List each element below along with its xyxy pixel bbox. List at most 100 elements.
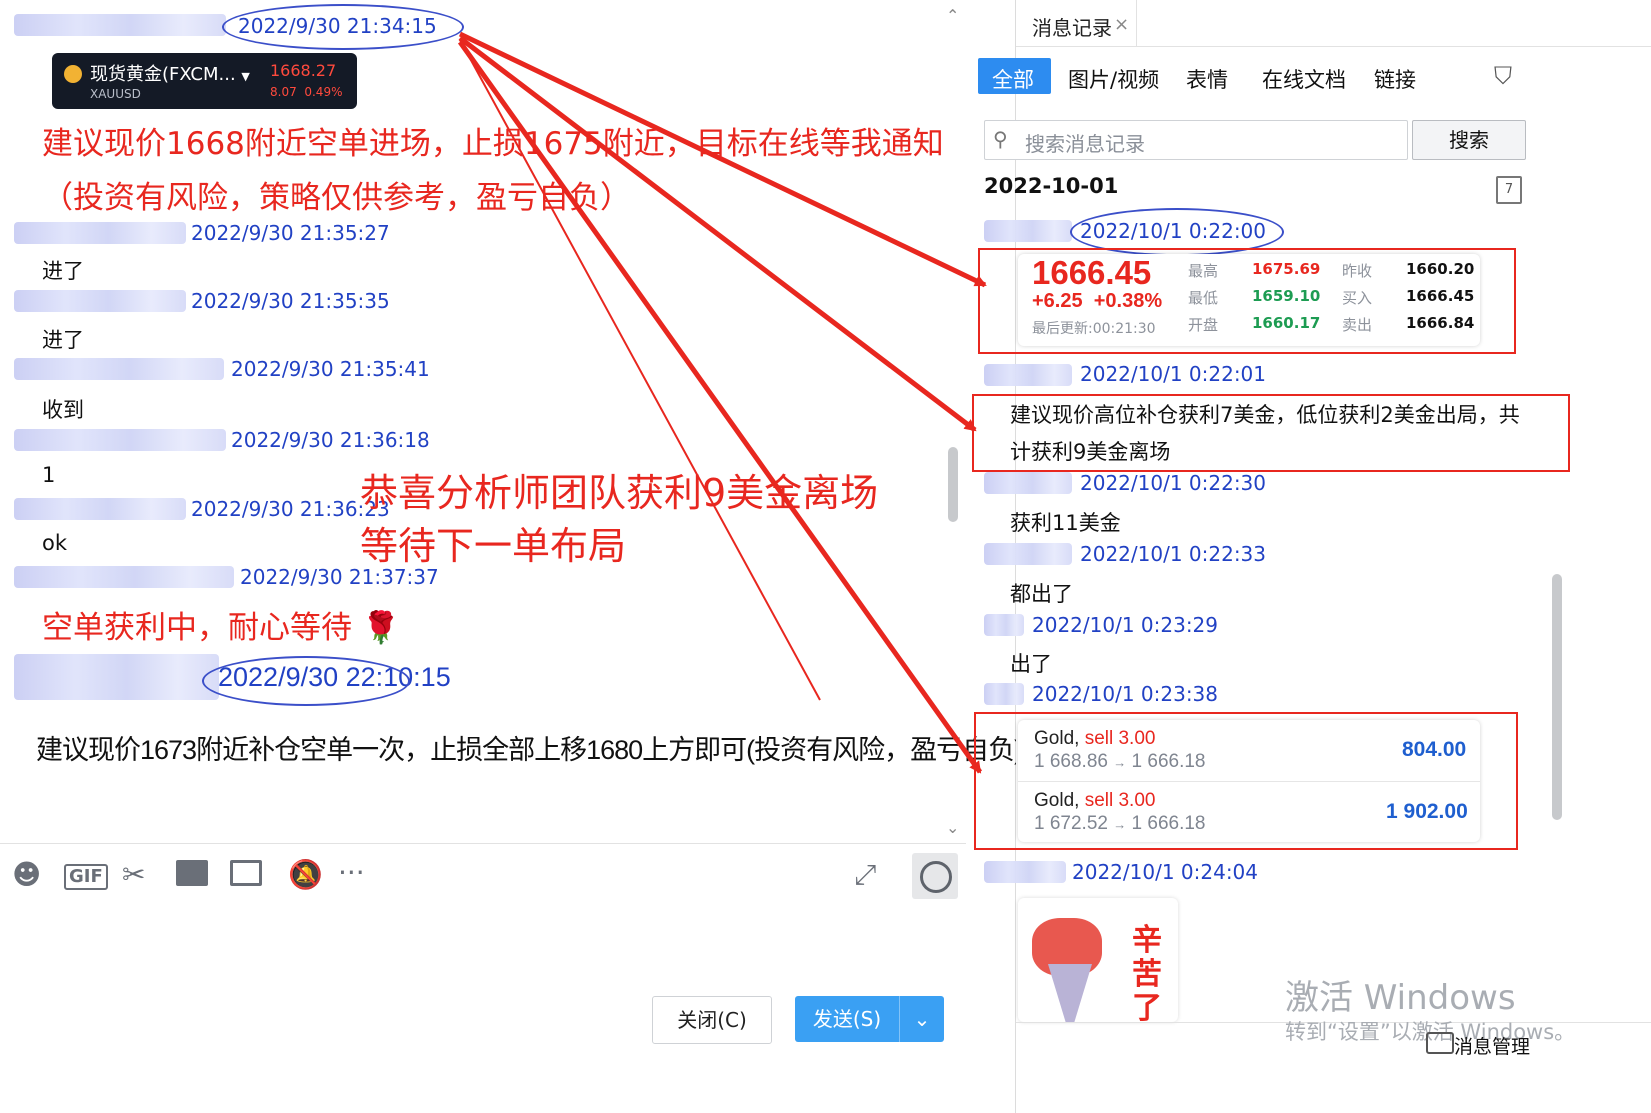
chevron-down-icon: ▼ <box>241 70 250 83</box>
folder-icon[interactable] <box>176 860 208 886</box>
sticker-image[interactable]: 辛苦了 <box>1018 898 1178 1022</box>
message-text: 出了 <box>1010 652 1052 676</box>
more-icon[interactable]: ··· <box>338 856 365 889</box>
message-text-line1: 建议现价高位补仓获利7美金，低位获利2美金出局，共 <box>1010 403 1520 427</box>
send-options-chevron-icon[interactable]: ⌄ <box>899 996 944 1042</box>
sticker-text: 辛苦了 <box>1132 923 1162 1023</box>
trade-title: Gold, sell 3.00 <box>1034 790 1156 811</box>
signal-text-line1: 建议现价1668附近空单进场，止损1675附近，目标在线等我通知 <box>42 126 944 162</box>
quote-ask: 1666.84 <box>1406 314 1475 332</box>
trade-divider <box>1018 781 1480 782</box>
search-button[interactable]: 搜索 <box>1412 120 1526 160</box>
collapse-down-icon[interactable]: ⌄ <box>946 818 959 837</box>
quote-open-label: 开盘 <box>1188 316 1219 334</box>
history-tab-title: 消息记录 <box>1032 16 1112 40</box>
sender-name-blurred <box>984 683 1024 705</box>
bell-mute-icon[interactable]: 🔕 <box>288 858 323 891</box>
quote-price: 1666.45 <box>1032 254 1152 291</box>
tab-all-label: 全部 <box>992 68 1034 92</box>
message-timestamp: 2022/10/1 0:23:29 <box>1032 613 1219 637</box>
quote-card[interactable]: 1666.45 +6.25 +0.38% 最后更新:00:21:30 最高 16… <box>1018 254 1480 346</box>
message-history-pane: 消息记录 × 全部 图片/视频 表情 在线文档 链接 ⛉ ⚲ 搜索消息记录 搜索… <box>972 0 1651 1113</box>
message-text: 建议现价1673附近补仓空单一次，止损全部上移1680上方即可(投资有风险，盈亏… <box>36 735 1023 765</box>
quote-change: +6.25 +0.38% <box>1032 290 1163 312</box>
sender-name-blurred <box>14 429 226 451</box>
message-text: 进了 <box>42 259 84 283</box>
message-timestamp: 2022/9/30 21:35:27 <box>191 221 390 245</box>
emoji-icon[interactable]: ☻ <box>12 858 41 891</box>
message-manage-icon <box>1426 1032 1454 1054</box>
trade-card[interactable]: Gold, sell 3.00 1 668.86 → 1 666.18 804.… <box>1018 720 1480 842</box>
quote-high-label: 最高 <box>1188 262 1219 280</box>
message-timestamp: 2022/10/1 0:22:30 <box>1080 471 1267 495</box>
chat-scrollbar[interactable] <box>948 447 958 522</box>
ticker-price: 1668.27 <box>270 61 337 80</box>
message-text-line2: 计获利9美金离场 <box>1010 440 1171 464</box>
annotation-ellipse <box>202 656 410 706</box>
sender-name-blurred <box>14 498 186 520</box>
quote-updated: 最后更新:00:21:30 <box>1032 321 1156 337</box>
tab-links[interactable]: 链接 <box>1374 64 1416 94</box>
ticker-symbol: XAUUSD <box>90 87 141 101</box>
scissors-icon[interactable]: ✂ <box>122 858 145 891</box>
search-placeholder: 搜索消息记录 <box>1025 132 1145 156</box>
quote-bid: 1666.45 <box>1406 287 1475 305</box>
expand-icon[interactable]: ⤢ <box>854 858 876 892</box>
trade-prices: 1 672.52 → 1 666.18 <box>1034 813 1206 834</box>
sender-name-blurred <box>984 220 1072 242</box>
tab-docs[interactable]: 在线文档 <box>1262 64 1346 94</box>
message-text: 1 <box>42 463 56 487</box>
history-tab[interactable]: 消息记录 × <box>1016 0 1137 46</box>
close-button[interactable]: 关闭(C) <box>652 996 772 1044</box>
sender-name-blurred <box>984 472 1072 494</box>
congrats-annotation-line1: 恭喜分析师团队获利9美金离场 <box>360 471 879 515</box>
close-tab-icon[interactable]: × <box>1114 14 1129 35</box>
quote-prev: 1660.20 <box>1406 260 1475 278</box>
clock-icon <box>920 861 952 893</box>
sender-name-blurred <box>984 364 1072 386</box>
congrats-annotation-line2: 等待下一单布局 <box>360 524 627 568</box>
quote-low: 1659.10 <box>1252 287 1321 305</box>
tab-media[interactable]: 图片/视频 <box>1068 64 1159 94</box>
ticker-name: 现货黄金(FXCM... ▼ <box>90 64 250 85</box>
bouquet-wrap <box>1048 964 1092 1022</box>
send-button[interactable]: 发送(S) <box>795 996 899 1042</box>
trade-profit: 804.00 <box>1402 738 1467 761</box>
message-timestamp: 2022/9/30 21:35:41 <box>231 357 430 381</box>
search-icon: ⚲ <box>993 127 1008 151</box>
sender-name-blurred <box>984 614 1024 636</box>
sender-name-blurred <box>14 654 219 700</box>
message-text: ok <box>42 531 68 555</box>
sender-name-blurred <box>14 566 234 588</box>
quote-open: 1660.17 <box>1252 314 1321 332</box>
ticker-change: 8.07 0.49% <box>270 85 343 99</box>
gold-coin-icon <box>64 65 82 83</box>
tab-stickers[interactable]: 表情 <box>1186 64 1228 94</box>
collapse-up-icon[interactable]: ⌃ <box>946 6 959 25</box>
sender-name-blurred <box>984 543 1072 565</box>
chat-pane: 2022/9/30 21:34:15 现货黄金(FXCM... ▼ XAUUSD… <box>0 0 1023 1113</box>
input-divider <box>0 843 966 844</box>
message-timestamp: 2022/10/1 0:22:01 <box>1080 362 1267 386</box>
sender-name-blurred <box>14 290 186 312</box>
rose-icon: 🌹 <box>361 610 401 646</box>
message-input[interactable] <box>0 910 966 990</box>
history-scrollbar[interactable] <box>1552 574 1562 820</box>
quote-bid-label: 买入 <box>1342 289 1373 307</box>
calendar-icon[interactable]: 7 <box>1496 176 1522 204</box>
profit-note: 空单获利中，耐心等待 🌹 <box>42 610 401 646</box>
image-icon[interactable] <box>230 860 262 886</box>
filter-icon[interactable]: ⛉ <box>1494 62 1512 90</box>
message-manage-link[interactable]: 消息管理 <box>1454 1032 1530 1059</box>
windows-watermark-line1: 激活 Windows <box>1285 978 1516 1018</box>
message-timestamp: 2022/10/1 0:22:33 <box>1080 542 1267 566</box>
sender-name-blurred <box>984 861 1066 883</box>
gif-icon[interactable]: GIF <box>64 864 108 890</box>
search-input[interactable]: ⚲ 搜索消息记录 <box>984 120 1408 160</box>
annotation-ellipse <box>222 4 464 50</box>
history-button[interactable] <box>912 853 958 899</box>
quote-low-label: 最低 <box>1188 289 1219 307</box>
sender-name-blurred <box>14 222 186 244</box>
message-timestamp: 2022/9/30 21:35:35 <box>191 289 390 313</box>
ticker-card[interactable]: 现货黄金(FXCM... ▼ XAUUSD 1668.27 8.07 0.49% <box>52 53 357 109</box>
